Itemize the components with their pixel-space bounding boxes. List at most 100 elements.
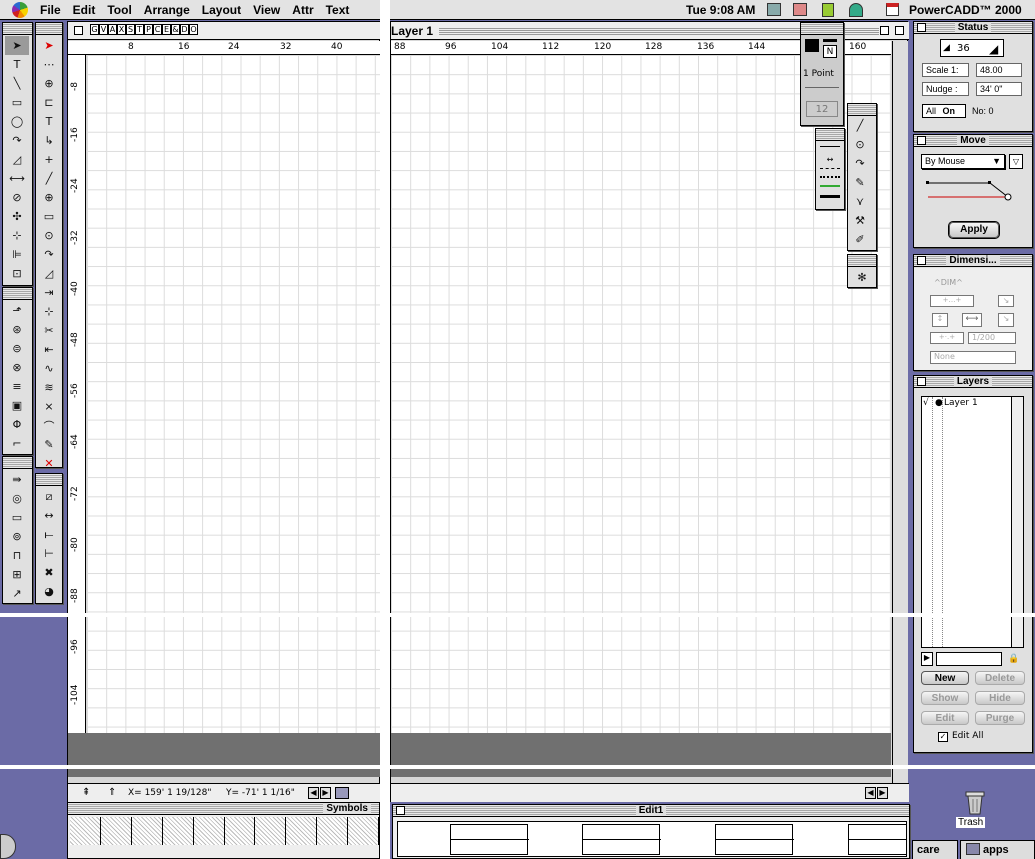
menu-file[interactable]: File (34, 3, 67, 17)
mode-letter-10[interactable]: D (180, 24, 189, 35)
p2-tool-15-icon[interactable]: ✂ (37, 321, 61, 340)
p2-tool-10-icon[interactable]: ⊙ (37, 226, 61, 245)
menu-tool[interactable]: Tool (101, 3, 137, 17)
menu-layout[interactable]: Layout (196, 3, 247, 17)
symbol-cell[interactable] (100, 817, 132, 845)
mode-letter-7[interactable]: C (153, 24, 162, 35)
close-box[interactable] (74, 26, 83, 35)
scroll-right-arrow[interactable]: ▶ (320, 787, 331, 799)
book-icon[interactable] (822, 3, 834, 17)
mode-letter-8[interactable]: E (162, 24, 171, 35)
menu-attr[interactable]: Attr (286, 3, 319, 17)
mode-letter-0[interactable]: G (90, 24, 99, 35)
palette-titlebar[interactable] (848, 104, 876, 116)
p2-tool-3-icon[interactable]: ⊏ (37, 93, 61, 112)
p5-tool-0-icon[interactable]: ⧄ (37, 487, 61, 506)
palette-titlebar[interactable] (801, 23, 843, 35)
symbol-cell[interactable] (255, 817, 287, 845)
p2-tool-16-icon[interactable]: ⇤ (37, 340, 61, 359)
mode-letter-3[interactable]: X (117, 24, 126, 35)
dim-angle-icon[interactable]: ↘ (998, 313, 1014, 327)
dim-style[interactable]: None (930, 351, 1016, 364)
mode-letter-11[interactable]: O (189, 24, 198, 35)
edit-all-checkbox[interactable]: ✓ (938, 732, 948, 742)
p2-tool-0-icon[interactable]: ➤ (37, 36, 61, 55)
p2-tool-4-icon[interactable]: T (37, 112, 61, 131)
line-arrow-style[interactable]: ↔ (820, 156, 840, 164)
p1-tool-6-icon[interactable]: ◿ (5, 150, 29, 169)
dim-scale[interactable]: 1/200 (968, 332, 1016, 344)
mode-letter-4[interactable]: S (126, 24, 135, 35)
p1-tool-2-icon[interactable]: ╲ (5, 74, 29, 93)
p2-tool-9-icon[interactable]: ▭ (37, 207, 61, 226)
symbol-cell[interactable] (348, 817, 380, 845)
p4-tool-0-icon[interactable]: ⇛ (5, 470, 29, 489)
p6-tool-4-icon[interactable]: ⋎ (848, 192, 872, 211)
symbols-titlebar[interactable]: Symbols (68, 803, 379, 815)
symbol-cell[interactable] (70, 817, 101, 845)
layer-name-input[interactable] (936, 652, 1002, 666)
edit-field[interactable] (450, 824, 529, 855)
p1-tool-7-icon[interactable]: ⟷ (5, 169, 29, 188)
zoom-in-icon[interactable]: ◢ (989, 42, 998, 56)
dim-vertical-icon[interactable]: ↕ (932, 313, 948, 327)
p2-tool-21-icon[interactable]: ✎ (37, 435, 61, 454)
p1-tool-10-icon[interactable]: ⊹ (5, 226, 29, 245)
p3-tool-4-icon[interactable]: ≡ (5, 377, 29, 396)
symbol-cell[interactable] (193, 817, 225, 845)
apple-menu-icon[interactable] (12, 1, 28, 18)
window-titlebar[interactable]: G V A X S T P C E & D O (68, 22, 381, 40)
dim-units[interactable]: +·.+ (930, 332, 964, 344)
layer-expand-arrow[interactable]: ▶ (921, 652, 933, 666)
line-style[interactable] (820, 185, 840, 187)
nudge-input[interactable]: 34' 0" (976, 82, 1022, 96)
move-options-button[interactable]: ▽ (1009, 154, 1023, 169)
p6-tool-6-icon[interactable]: ✐ (848, 230, 872, 249)
close-box[interactable] (917, 136, 926, 145)
p6-tool-0-icon[interactable]: ╱ (848, 116, 872, 135)
hide-layer-button[interactable]: Hide (975, 691, 1025, 705)
p2-tool-5-icon[interactable]: ↳ (37, 131, 61, 150)
close-box[interactable] (396, 806, 405, 815)
palette-titlebar[interactable] (36, 474, 62, 486)
zoom-control[interactable]: ◢ 36 ◢ (940, 39, 1004, 57)
delete-layer-button[interactable]: Delete (975, 671, 1025, 685)
home-icon[interactable]: ⇑ (108, 787, 116, 798)
zoom-box[interactable] (880, 26, 889, 35)
scale-input[interactable]: 48.00 (976, 63, 1022, 77)
pen-weight[interactable]: 1 Point (803, 69, 834, 79)
collapse-box[interactable] (895, 26, 904, 35)
horizontal-scroll-thumb[interactable] (335, 787, 349, 799)
zoom-out-icon[interactable]: ◢ (943, 43, 950, 53)
tree-tool-icon[interactable]: ✻ (850, 268, 874, 287)
p1-tool-5-icon[interactable]: ↷ (5, 131, 29, 150)
palette-titlebar[interactable] (3, 288, 32, 300)
dim-horizontal-icon[interactable]: ⟷ (962, 313, 982, 327)
palette-titlebar[interactable] (848, 255, 876, 267)
p2-tool-18-icon[interactable]: ≋ (37, 378, 61, 397)
p2-tool-11-icon[interactable]: ↷ (37, 245, 61, 264)
p3-tool-0-icon[interactable]: ⬏ (5, 301, 29, 320)
p1-tool-0-icon[interactable]: ➤ (5, 36, 29, 55)
mode-letter-6[interactable]: P (144, 24, 153, 35)
p6-tool-1-icon[interactable]: ⊙ (848, 135, 872, 154)
layers-scrollbar[interactable] (1011, 397, 1023, 647)
p1-tool-11-icon[interactable]: ⊫ (5, 245, 29, 264)
scroll-left-arrow[interactable]: ◀ (308, 787, 319, 799)
p1-tool-9-icon[interactable]: ✣ (5, 207, 29, 226)
p3-tool-7-icon[interactable]: ⌐ (5, 434, 29, 453)
powercadd-app-icon[interactable] (886, 3, 899, 16)
edit-layer-button[interactable]: Edit (921, 711, 969, 725)
scroll-right-arrow[interactable]: ▶ (877, 787, 888, 799)
p3-tool-3-icon[interactable]: ⊗ (5, 358, 29, 377)
p5-tool-4-icon[interactable]: ✖ (37, 563, 61, 582)
p2-tool-12-icon[interactable]: ◿ (37, 264, 61, 283)
all-on-toggle[interactable]: All On (922, 104, 966, 118)
line-style[interactable] (820, 146, 840, 147)
palette-titlebar[interactable] (3, 457, 32, 469)
new-layer-button[interactable]: New (921, 671, 969, 685)
line-style[interactable] (820, 168, 840, 169)
p2-tool-14-icon[interactable]: ⊹ (37, 302, 61, 321)
menu-text[interactable]: Text (320, 3, 356, 17)
edit1-fields[interactable] (397, 821, 907, 857)
